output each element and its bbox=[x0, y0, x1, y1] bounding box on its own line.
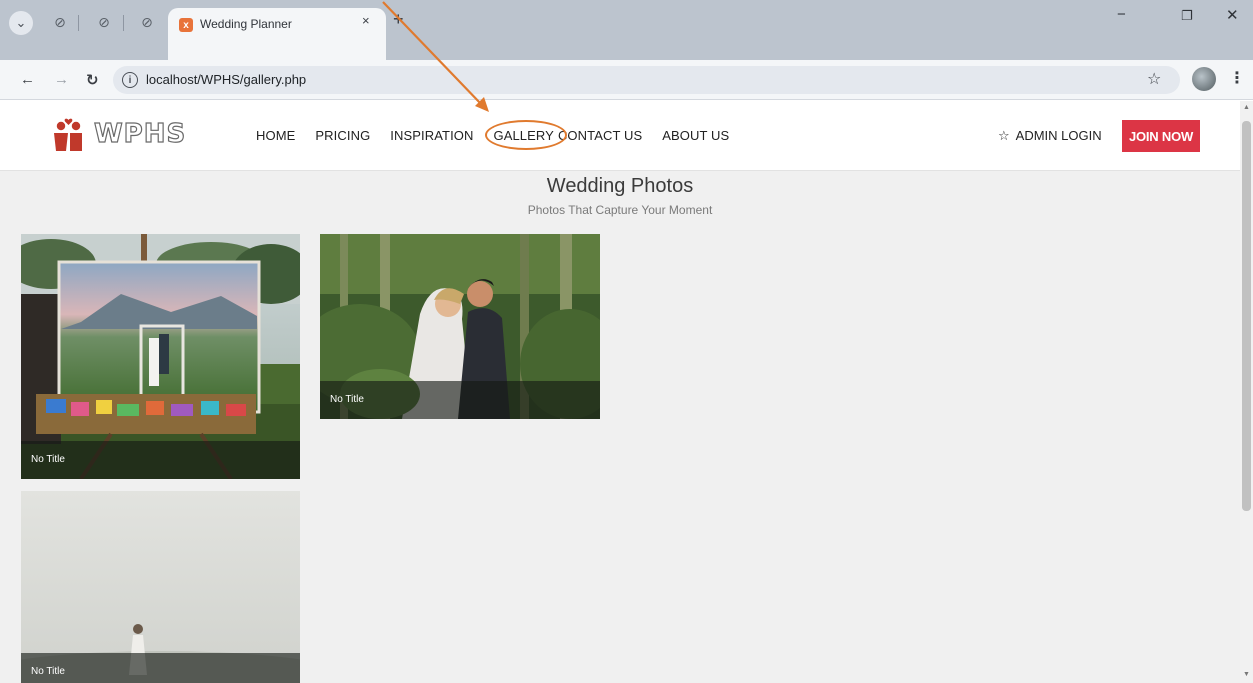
tab-search-icon[interactable]: ⌄ bbox=[9, 11, 33, 35]
gallery-card[interactable]: No Title bbox=[320, 234, 600, 419]
omnibox[interactable]: i localhost/WPHS/gallery.php ☆ bbox=[113, 66, 1180, 94]
active-tab[interactable]: x Wedding Planner × bbox=[168, 8, 386, 60]
address-bar-row: ← → ↻ i localhost/WPHS/gallery.php ☆ ⋮ bbox=[0, 60, 1253, 100]
site-info-icon[interactable]: i bbox=[122, 72, 138, 88]
card-caption: No Title bbox=[330, 394, 364, 405]
nav-about-us[interactable]: ABOUT US bbox=[662, 128, 729, 143]
browser-tab-bar: ⌄ ⊘ ⊘ ⊘ x Wedding Planner × + − ❐ ✕ bbox=[0, 0, 1253, 60]
nav-inspiration[interactable]: INSPIRATION bbox=[390, 128, 473, 143]
site-logo[interactable]: WPHS bbox=[52, 116, 186, 152]
admin-login-label: ADMIN LOGIN bbox=[1015, 128, 1102, 143]
tab-title: Wedding Planner bbox=[200, 17, 292, 31]
tab-separator bbox=[123, 15, 124, 31]
page-scrollbar[interactable]: ▲ ▼ bbox=[1240, 101, 1253, 683]
page-subtitle: Photos That Capture Your Moment bbox=[527, 203, 713, 217]
website: WPHS HOME PRICING INSPIRATION GALLERY CO… bbox=[0, 101, 1240, 683]
pinned-tab-icon[interactable]: ⊘ bbox=[136, 11, 158, 33]
gallery-card[interactable]: No Title bbox=[21, 491, 300, 683]
card-caption-bar: No Title bbox=[320, 381, 600, 419]
reload-icon[interactable]: ↻ bbox=[86, 71, 99, 89]
card-caption-bar: No Title bbox=[21, 441, 300, 479]
profile-avatar[interactable] bbox=[1192, 67, 1216, 91]
couple-logo-icon bbox=[54, 118, 82, 151]
more-menu-icon[interactable]: ⋮ bbox=[1229, 68, 1245, 88]
admin-login-link[interactable]: ☆ ADMIN LOGIN bbox=[998, 128, 1102, 144]
logo-text: WPHS bbox=[93, 118, 187, 149]
scroll-up-icon[interactable]: ▲ bbox=[1243, 104, 1250, 111]
close-window-icon[interactable]: ✕ bbox=[1226, 6, 1239, 24]
page-title: Wedding Photos bbox=[546, 175, 694, 197]
main-nav: HOME PRICING INSPIRATION GALLERY CONTACT… bbox=[256, 120, 749, 150]
site-header: WPHS HOME PRICING INSPIRATION GALLERY CO… bbox=[0, 101, 1240, 171]
new-tab-button[interactable]: + bbox=[393, 9, 404, 30]
gallery-card[interactable]: No Title bbox=[21, 234, 300, 479]
tab-close-icon[interactable]: × bbox=[362, 13, 370, 28]
card-caption-bar: No Title bbox=[21, 653, 300, 683]
pinned-tab-icon[interactable]: ⊘ bbox=[49, 11, 71, 33]
star-icon: ☆ bbox=[998, 128, 1010, 143]
restore-icon[interactable]: ❐ bbox=[1181, 8, 1193, 24]
minimize-icon[interactable]: − bbox=[1117, 6, 1126, 23]
nav-pricing[interactable]: PRICING bbox=[315, 128, 370, 143]
screen: ⌄ ⊘ ⊘ ⊘ x Wedding Planner × + − ❐ ✕ ← → … bbox=[0, 0, 1253, 683]
nav-home[interactable]: HOME bbox=[256, 128, 295, 143]
annotation-ring bbox=[485, 120, 568, 150]
forward-icon[interactable]: → bbox=[54, 71, 69, 88]
scrollbar-thumb[interactable] bbox=[1242, 121, 1251, 511]
card-caption: No Title bbox=[31, 454, 65, 465]
nav-contact-us[interactable]: CONTACT US bbox=[558, 128, 642, 143]
card-caption: No Title bbox=[31, 666, 65, 677]
pinned-tab-icon[interactable]: ⊘ bbox=[93, 11, 115, 33]
url-text[interactable]: localhost/WPHS/gallery.php bbox=[146, 72, 306, 87]
xampp-favicon-icon: x bbox=[179, 18, 193, 32]
tab-separator bbox=[78, 15, 79, 31]
back-icon[interactable]: ← bbox=[20, 71, 35, 88]
nav-gallery[interactable]: GALLERY bbox=[485, 120, 568, 150]
join-now-button[interactable]: JOIN NOW bbox=[1122, 120, 1200, 152]
scroll-down-icon[interactable]: ▼ bbox=[1243, 671, 1250, 678]
bookmark-star-icon[interactable]: ☆ bbox=[1147, 69, 1161, 89]
